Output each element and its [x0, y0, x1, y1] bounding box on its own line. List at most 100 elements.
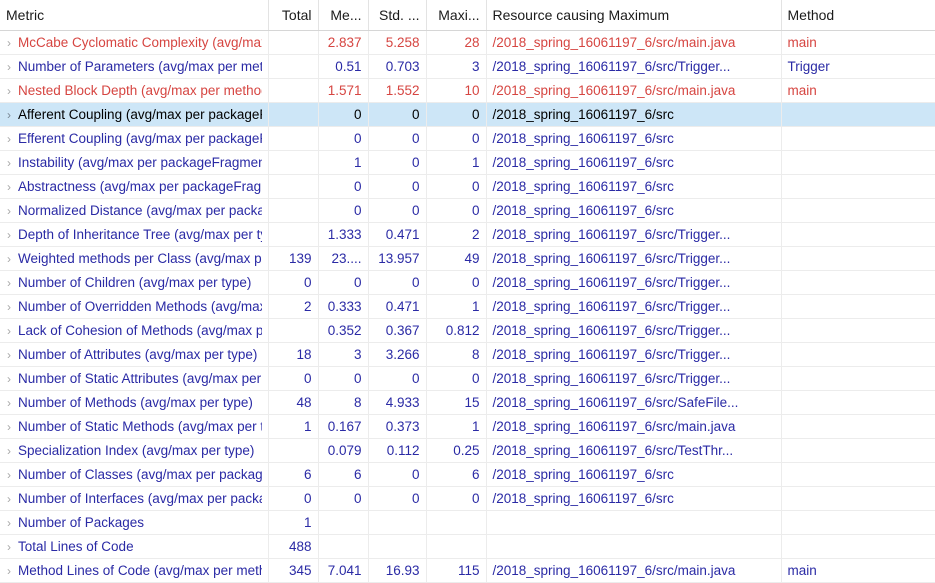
column-header-resource[interactable]: Resource causing Maximum	[486, 0, 782, 31]
table-row[interactable]: › Number of Methods (avg/max per type) 48 8…	[0, 390, 935, 415]
column-header-std[interactable]: Std. ...	[368, 0, 427, 31]
chevron-right-icon[interactable]: ›	[0, 248, 18, 270]
method-cell: Trigger	[781, 54, 935, 79]
chevron-right-icon[interactable]: ›	[0, 176, 18, 198]
metric-cell[interactable]: › Specialization Index (avg/max per type)	[0, 438, 269, 463]
chevron-right-icon[interactable]: ›	[0, 416, 18, 438]
table-row[interactable]: ›Number of Parameters (avg/max per metho…	[0, 54, 935, 79]
column-header-method[interactable]: Method	[781, 0, 935, 31]
metric-cell[interactable]: ›Weighted methods per Class (avg/max per…	[0, 246, 269, 271]
table-row[interactable]: ›Number of Static Methods (avg/max per t…	[0, 414, 935, 439]
table-row[interactable]: › Number of Attributes (avg/max per type)…	[0, 342, 935, 367]
maximum-cell: 3	[426, 54, 487, 79]
std-cell: 0	[368, 102, 427, 127]
column-header-mean[interactable]: Me...	[318, 0, 369, 31]
maximum-cell: 115	[426, 558, 487, 583]
metric-cell[interactable]: ›Abstractness (avg/max per packageFragme…	[0, 174, 269, 199]
method-cell	[781, 510, 935, 535]
table-row[interactable]: › Specialization Index (avg/max per type)…	[0, 438, 935, 463]
table-row[interactable]: › Number of Children (avg/max per type) 0 0…	[0, 270, 935, 295]
metric-cell[interactable]: ›Normalized Distance (avg/max per packag…	[0, 198, 269, 223]
metric-cell[interactable]: ›Number of Interfaces (avg/max per packa…	[0, 486, 269, 511]
table-row[interactable]: › Method Lines of Code (avg/max per metho…	[0, 558, 935, 583]
metric-cell[interactable]: › Number of Attributes (avg/max per type)	[0, 342, 269, 367]
metric-cell[interactable]: ›Number of Parameters (avg/max per metho…	[0, 54, 269, 79]
chevron-right-icon[interactable]: ›	[0, 536, 18, 558]
column-header-metric[interactable]: Metric	[0, 0, 269, 31]
metric-cell[interactable]: › Total Lines of Code	[0, 534, 269, 559]
chevron-right-icon[interactable]: ›	[0, 560, 18, 582]
chevron-right-icon[interactable]: ›	[0, 512, 18, 534]
column-header-maximum[interactable]: Maxi...	[426, 0, 487, 31]
maximum-cell: 0	[426, 174, 487, 199]
std-cell: 0	[368, 198, 427, 223]
std-cell: 5.258	[368, 30, 427, 55]
chevron-right-icon[interactable]: ›	[0, 128, 18, 150]
chevron-right-icon[interactable]: ›	[0, 80, 18, 102]
table-row[interactable]: ›Number of Overridden Methods (avg/max p…	[0, 294, 935, 319]
metric-cell[interactable]: › Number of Static Attributes (avg/max pe…	[0, 366, 269, 391]
table-row[interactable]: ›Afferent Coupling (avg/max per packageF…	[0, 102, 935, 127]
metrics-table[interactable]: Metric Total Me... Std. ... Maxi... Reso…	[0, 0, 935, 583]
metric-cell[interactable]: ›McCabe Cyclomatic Complexity (avg/max p…	[0, 30, 269, 55]
table-row[interactable]: ›Abstractness (avg/max per packageFragme…	[0, 174, 935, 199]
metric-cell[interactable]: ›Afferent Coupling (avg/max per packageF…	[0, 102, 269, 127]
total-cell	[268, 30, 319, 55]
metric-label: Number of Attributes (avg/max per type)	[18, 346, 258, 362]
chevron-right-icon[interactable]: ›	[0, 344, 18, 366]
total-cell	[268, 174, 319, 199]
metric-cell[interactable]: › Number of Children (avg/max per type)	[0, 270, 269, 295]
table-row[interactable]: ›Lack of Cohesion of Methods (avg/max pe…	[0, 318, 935, 343]
table-row[interactable]: ›Normalized Distance (avg/max per packag…	[0, 198, 935, 223]
metric-cell[interactable]: › Depth of Inheritance Tree (avg/max per …	[0, 222, 269, 247]
metric-cell[interactable]: ›Number of Overridden Methods (avg/max p…	[0, 294, 269, 319]
table-row[interactable]: ›Efferent Coupling (avg/max per packageF…	[0, 126, 935, 151]
table-row[interactable]: › Total Lines of Code 488	[0, 534, 935, 559]
table-row[interactable]: ›Number of Interfaces (avg/max per packa…	[0, 486, 935, 511]
resource-cell: /2018_spring_16061197_6/src	[486, 126, 782, 151]
column-header-total[interactable]: Total	[268, 0, 319, 31]
chevron-right-icon[interactable]: ›	[0, 56, 18, 78]
chevron-right-icon[interactable]: ›	[0, 152, 18, 174]
table-row[interactable]: › Instability (avg/max per packageFragmen…	[0, 150, 935, 175]
chevron-right-icon[interactable]: ›	[0, 368, 18, 390]
resource-cell: /2018_spring_16061197_6/src/main.java	[486, 78, 782, 103]
metric-cell[interactable]: ›Efferent Coupling (avg/max per packageF…	[0, 126, 269, 151]
metric-cell[interactable]: › Nested Block Depth (avg/max per method)	[0, 78, 269, 103]
chevron-right-icon[interactable]: ›	[0, 272, 18, 294]
table-row[interactable]: ›Weighted methods per Class (avg/max per…	[0, 246, 935, 271]
chevron-right-icon[interactable]: ›	[0, 488, 18, 510]
std-cell: 0	[368, 486, 427, 511]
resource-cell: /2018_spring_16061197_6/src/Trigger...	[486, 270, 782, 295]
mean-cell: 0.333	[318, 294, 369, 319]
chevron-right-icon[interactable]: ›	[0, 392, 18, 414]
chevron-right-icon[interactable]: ›	[0, 224, 18, 246]
metric-cell[interactable]: › Method Lines of Code (avg/max per metho…	[0, 558, 269, 583]
table-row[interactable]: › Number of Static Attributes (avg/max pe…	[0, 366, 935, 391]
chevron-right-icon[interactable]: ›	[0, 104, 18, 126]
metric-cell[interactable]: › Instability (avg/max per packageFragmen…	[0, 150, 269, 175]
table-row[interactable]: › Number of Packages 1	[0, 510, 935, 535]
method-cell	[781, 462, 935, 487]
chevron-right-icon[interactable]: ›	[0, 440, 18, 462]
maximum-cell: 0.25	[426, 438, 487, 463]
chevron-right-icon[interactable]: ›	[0, 296, 18, 318]
metric-cell[interactable]: ›Lack of Cohesion of Methods (avg/max pe…	[0, 318, 269, 343]
chevron-right-icon[interactable]: ›	[0, 32, 18, 54]
table-row[interactable]: › Depth of Inheritance Tree (avg/max per …	[0, 222, 935, 247]
chevron-right-icon[interactable]: ›	[0, 200, 18, 222]
maximum-cell: 0	[426, 126, 487, 151]
resource-cell: /2018_spring_16061197_6/src/TestThr...	[486, 438, 782, 463]
resource-cell: /2018_spring_16061197_6/src	[486, 150, 782, 175]
metric-cell[interactable]: ›Number of Classes (avg/max per packageF…	[0, 462, 269, 487]
metric-cell[interactable]: › Number of Methods (avg/max per type)	[0, 390, 269, 415]
std-cell: 0.471	[368, 222, 427, 247]
table-row[interactable]: › Nested Block Depth (avg/max per method)…	[0, 78, 935, 103]
table-row[interactable]: ›Number of Classes (avg/max per packageF…	[0, 462, 935, 487]
table-row[interactable]: ›McCabe Cyclomatic Complexity (avg/max p…	[0, 30, 935, 55]
metric-cell[interactable]: ›Number of Static Methods (avg/max per t…	[0, 414, 269, 439]
maximum-cell: 2	[426, 222, 487, 247]
chevron-right-icon[interactable]: ›	[0, 464, 18, 486]
metric-cell[interactable]: › Number of Packages	[0, 510, 269, 535]
chevron-right-icon[interactable]: ›	[0, 320, 18, 342]
